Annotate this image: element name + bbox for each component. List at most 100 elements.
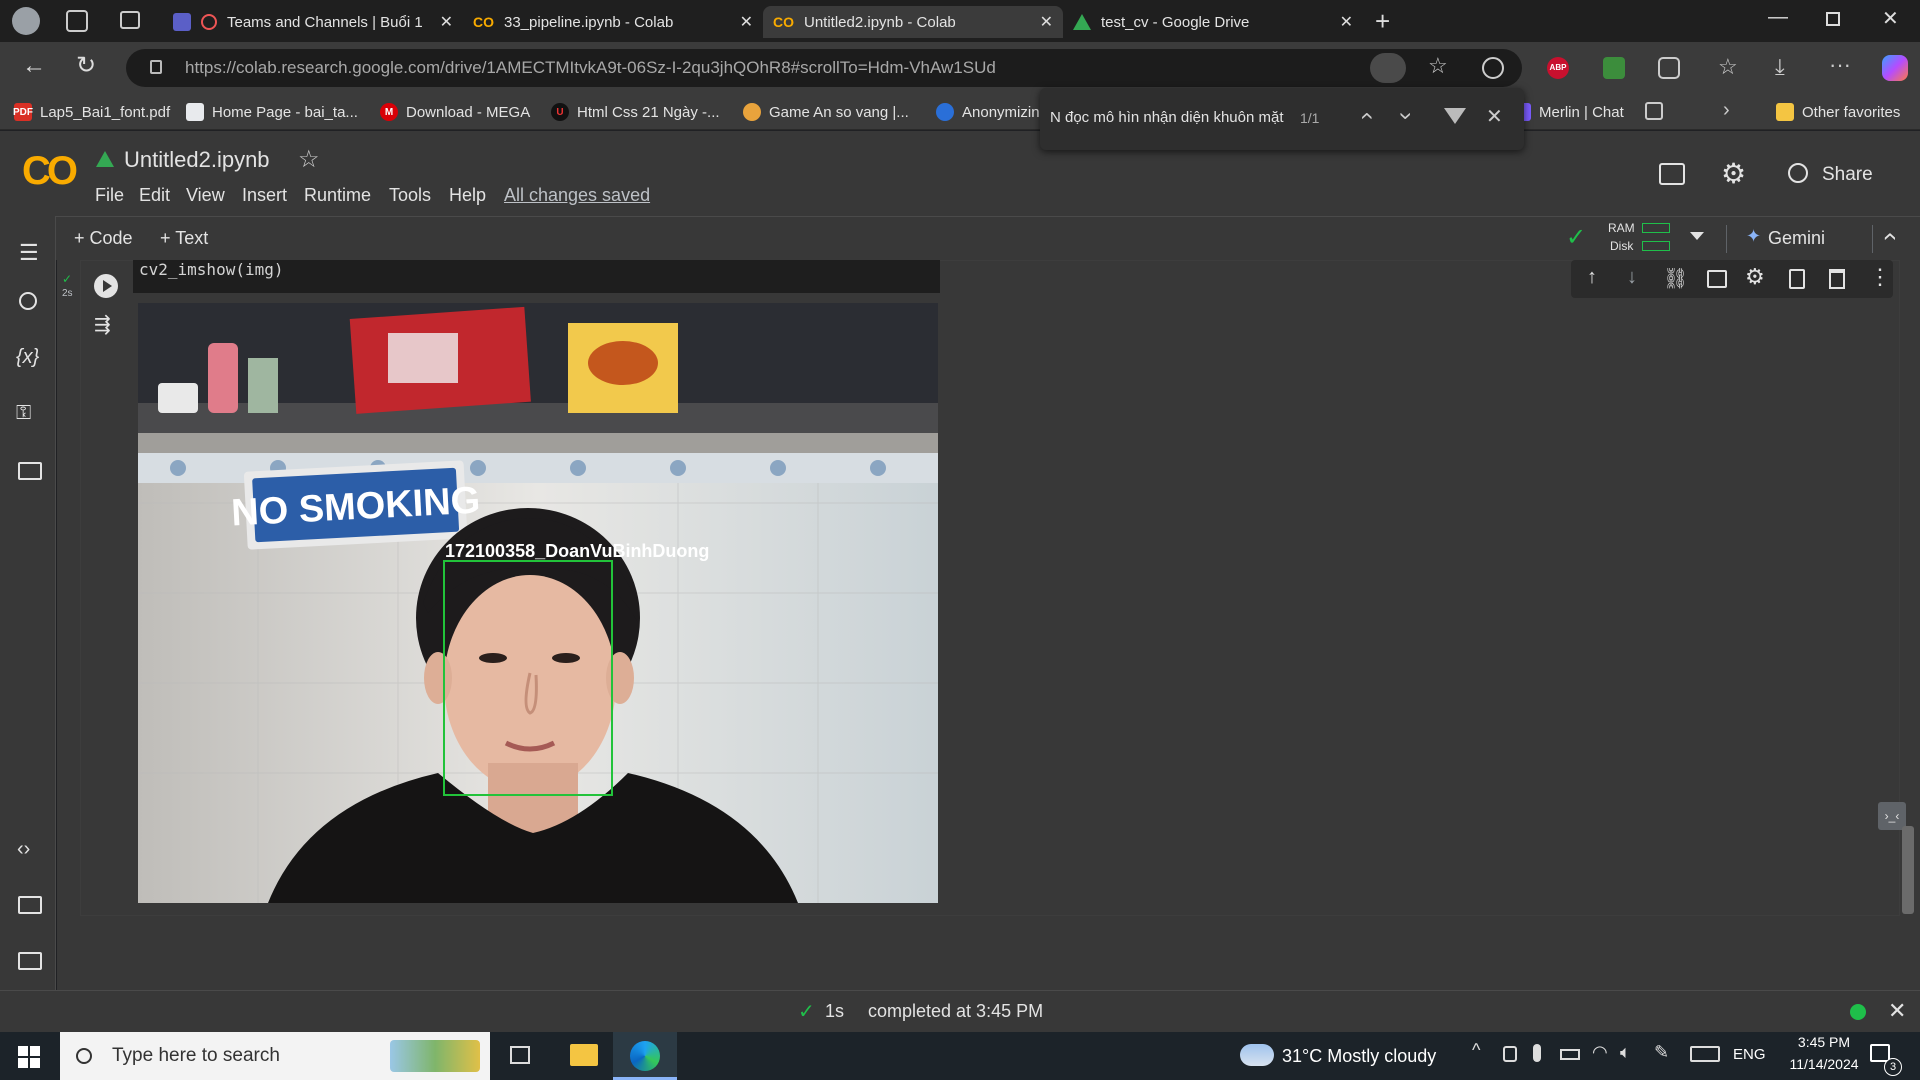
tab-actions-icon[interactable]	[120, 11, 140, 29]
add-code-button[interactable]: + Code	[74, 228, 133, 249]
menu-view[interactable]: View	[186, 185, 225, 206]
vertical-scrollbar[interactable]	[1902, 826, 1914, 914]
tab-close-icon[interactable]: ✕	[740, 12, 753, 32]
wifi-icon[interactable]: ◠	[1592, 1042, 1608, 1063]
clock-time[interactable]: 3:45 PM	[1788, 1034, 1860, 1050]
collapse-toolbar-icon[interactable]: ›	[1873, 232, 1904, 241]
terminal-toggle-icon[interactable]: ›_‹	[1878, 802, 1906, 830]
saved-status[interactable]: All changes saved	[504, 185, 650, 206]
tab-close-icon[interactable]: ✕	[1040, 12, 1053, 32]
notebook-title[interactable]: Untitled2.ipynb	[124, 147, 270, 173]
lock-icon[interactable]	[150, 60, 162, 74]
extensions-icon[interactable]	[1658, 57, 1680, 79]
clock-date[interactable]: 11/14/2024	[1776, 1056, 1872, 1072]
find-filter-icon[interactable]	[1444, 108, 1466, 124]
menu-file[interactable]: File	[95, 185, 124, 206]
disk-meter[interactable]	[1642, 241, 1670, 251]
status-close-icon[interactable]: ✕	[1888, 998, 1906, 1024]
mirror-cell-icon[interactable]	[1789, 269, 1805, 289]
downloads-icon[interactable]: ⤓	[1775, 54, 1785, 80]
comment-icon[interactable]	[1707, 270, 1727, 288]
colab-logo[interactable]: CO	[22, 149, 78, 194]
runtime-status-dot[interactable]	[1850, 1004, 1866, 1020]
settings-gear-icon[interactable]: ⚙	[1721, 157, 1746, 190]
keyboard-icon[interactable]	[1690, 1046, 1720, 1062]
window-close-icon[interactable]: ✕	[1882, 6, 1899, 31]
adblock-icon[interactable]: ABP	[1547, 57, 1569, 79]
ram-meter[interactable]	[1642, 223, 1670, 233]
gemini-button[interactable]: Gemini	[1768, 228, 1825, 249]
find-previous-icon[interactable]: ›	[1352, 112, 1380, 120]
find-next-icon[interactable]: ›	[1392, 112, 1420, 120]
pen-icon[interactable]: ✎	[1654, 1042, 1669, 1063]
table-of-contents-icon[interactable]: ☰	[19, 240, 39, 266]
star-icon[interactable]: ☆	[298, 145, 320, 174]
output-options-icon[interactable]: ⇶	[94, 312, 111, 337]
battery-icon[interactable]	[1560, 1049, 1580, 1060]
other-favorites[interactable]: Other favorites	[1776, 100, 1900, 124]
back-icon[interactable]: ←	[22, 52, 46, 80]
favorite-star-icon[interactable]: ☆	[1428, 53, 1448, 79]
taskbar-search[interactable]: Type here to search	[60, 1032, 490, 1080]
bookmark-lap5[interactable]: PDF Lap5_Bai1_font.pdf	[13, 100, 170, 124]
bookmark-mega[interactable]: M Download - MEGA	[380, 100, 530, 124]
reload-icon[interactable]: ↻	[76, 51, 96, 80]
cell-settings-icon[interactable]: ⚙	[1745, 264, 1765, 290]
code-snippets-icon[interactable]: ‹›	[17, 838, 30, 861]
menu-help[interactable]: Help	[449, 185, 486, 206]
read-aloud-icon[interactable]	[1370, 53, 1406, 83]
command-palette-icon[interactable]	[18, 896, 42, 914]
tab-teams[interactable]: Teams and Channels | Buổi 1 ✕	[163, 6, 463, 38]
bookmark-home-page[interactable]: Home Page - bai_ta...	[186, 100, 358, 124]
add-text-button[interactable]: + Text	[160, 228, 208, 249]
tab-close-icon[interactable]: ✕	[440, 12, 453, 32]
share-button[interactable]: Share	[1822, 164, 1873, 186]
menu-edit[interactable]: Edit	[139, 185, 170, 206]
move-down-icon[interactable]: ↓	[1627, 266, 1637, 289]
bookmark-anonymizing[interactable]: Anonymizin	[936, 100, 1040, 124]
search-icon[interactable]	[19, 292, 37, 310]
more-menu-icon[interactable]: ···	[1829, 52, 1851, 78]
tab-untitled2[interactable]: CO Untitled2.ipynb - Colab ✕	[763, 6, 1063, 38]
microphone-icon[interactable]	[1533, 1044, 1541, 1062]
volume-icon[interactable]: 🔈︎	[1620, 1042, 1631, 1063]
bookmark-merlin[interactable]: Merlin | Chat	[1521, 100, 1624, 124]
find-close-icon[interactable]: ✕	[1486, 104, 1503, 129]
runtime-dropdown-icon[interactable]	[1690, 232, 1704, 240]
terminal-icon[interactable]	[18, 952, 42, 970]
menu-insert[interactable]: Insert	[242, 185, 287, 206]
bookmark-html-css[interactable]: U Html Css 21 Ngày -...	[551, 100, 720, 124]
delete-icon[interactable]	[1829, 269, 1845, 289]
bookmark-game[interactable]: Game An so vang |...	[743, 100, 909, 124]
comments-icon[interactable]	[1659, 163, 1685, 185]
restore-icon[interactable]	[1826, 12, 1840, 26]
files-folder-icon[interactable]	[18, 462, 42, 480]
code-editor[interactable]: cv2_imshow(img)	[133, 260, 940, 293]
new-tab-icon[interactable]: +	[1375, 6, 1390, 37]
copilot-icon[interactable]	[1882, 55, 1908, 81]
workspaces-icon[interactable]	[66, 10, 88, 32]
language-indicator[interactable]: ENG	[1733, 1046, 1766, 1063]
extension-green-icon[interactable]	[1603, 57, 1625, 79]
link-icon[interactable]: ⛓	[1663, 266, 1688, 291]
profile-avatar-icon[interactable]	[12, 7, 40, 35]
tray-chevron-icon[interactable]: ^	[1472, 1040, 1480, 1061]
tab-close-icon[interactable]: ✕	[1340, 12, 1353, 32]
meet-now-icon[interactable]	[1503, 1046, 1517, 1062]
calendar-icon[interactable]	[1645, 102, 1663, 120]
file-explorer-icon[interactable]	[570, 1044, 598, 1066]
tab-google-drive[interactable]: test_cv - Google Drive ✕	[1063, 6, 1363, 38]
variables-icon[interactable]: {x}	[16, 346, 39, 369]
more-options-icon[interactable]: ⋮	[1869, 264, 1891, 290]
minimize-icon[interactable]: —	[1768, 6, 1788, 29]
secrets-key-icon[interactable]: ⚿	[16, 402, 31, 425]
code-text[interactable]: cv2_imshow(img)	[139, 260, 284, 279]
favorites-icon[interactable]: ☆	[1718, 54, 1738, 80]
run-cell-button[interactable]	[94, 274, 118, 298]
windows-start-icon[interactable]	[18, 1046, 40, 1068]
menu-runtime[interactable]: Runtime	[304, 185, 371, 206]
find-query[interactable]: N đọc mô hìn nhận diện khuôn mặt	[1050, 109, 1283, 126]
chevron-right-icon[interactable]: ›	[1723, 99, 1730, 122]
task-view-icon[interactable]	[510, 1046, 530, 1064]
browser-essentials-icon[interactable]	[1482, 57, 1504, 79]
